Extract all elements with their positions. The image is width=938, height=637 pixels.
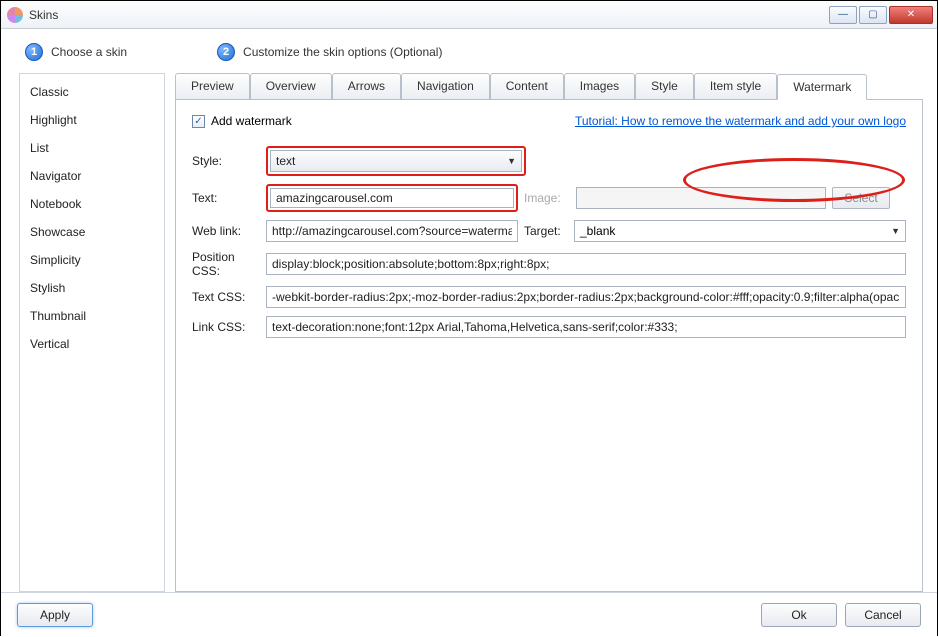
sidebar-item-navigator[interactable]: Navigator (20, 162, 164, 190)
sidebar-item-list[interactable]: List (20, 134, 164, 162)
sidebar-item-thumbnail[interactable]: Thumbnail (20, 302, 164, 330)
sidebar-item-classic[interactable]: Classic (20, 78, 164, 106)
tab-content[interactable]: Content (490, 73, 564, 99)
watermark-panel: ✓ Add watermark Tutorial: How to remove … (175, 100, 923, 592)
skin-list: Classic Highlight List Navigator Noteboo… (19, 73, 165, 592)
sidebar-item-notebook[interactable]: Notebook (20, 190, 164, 218)
sidebar-item-showcase[interactable]: Showcase (20, 218, 164, 246)
sidebar-item-highlight[interactable]: Highlight (20, 106, 164, 134)
sidebar-item-label: Classic (30, 85, 69, 99)
maximize-button[interactable]: ▢ (859, 6, 887, 24)
titlebar: Skins — ▢ ✕ (1, 1, 937, 29)
sidebar-item-simplicity[interactable]: Simplicity (20, 246, 164, 274)
tab-preview[interactable]: Preview (175, 73, 250, 99)
weblink-label: Web link: (192, 224, 266, 238)
image-input (576, 187, 826, 209)
tab-overview[interactable]: Overview (250, 73, 332, 99)
link-css-input[interactable] (266, 316, 906, 338)
sidebar-item-stylish[interactable]: Stylish (20, 274, 164, 302)
style-combo[interactable]: text ▼ (270, 150, 522, 172)
highlight-text-box (266, 184, 518, 212)
highlight-style-box: text ▼ (266, 146, 526, 176)
position-css-label: Position CSS: (192, 250, 266, 278)
sidebar-item-label: Vertical (30, 337, 69, 351)
sidebar-item-label: Highlight (30, 113, 77, 127)
cancel-button[interactable]: Cancel (845, 603, 921, 627)
app-icon (7, 7, 23, 23)
step-1-badge: 1 (25, 43, 43, 61)
sidebar-item-label: Showcase (30, 225, 85, 239)
step-2-badge: 2 (217, 43, 235, 61)
sidebar-item-label: Thumbnail (30, 309, 86, 323)
position-css-input[interactable] (266, 253, 906, 275)
sidebar-item-label: List (30, 141, 49, 155)
tab-bar: Preview Overview Arrows Navigation Conte… (175, 73, 923, 100)
tab-images[interactable]: Images (564, 73, 635, 99)
ok-button[interactable]: Ok (761, 603, 837, 627)
chevron-down-icon: ▼ (507, 156, 516, 166)
step-2-label: Customize the skin options (Optional) (243, 45, 442, 59)
text-label: Text: (192, 191, 266, 205)
sidebar-item-label: Stylish (30, 281, 65, 295)
minimize-button[interactable]: — (829, 6, 857, 24)
target-combo[interactable]: _blank ▼ (574, 220, 906, 242)
style-label: Style: (192, 154, 266, 168)
style-value: text (276, 154, 295, 168)
sidebar-item-label: Navigator (30, 169, 81, 183)
step-1-label: Choose a skin (51, 45, 127, 59)
dialog-footer: Apply Ok Cancel (1, 592, 937, 637)
tab-navigation[interactable]: Navigation (401, 73, 490, 99)
tab-item-style[interactable]: Item style (694, 73, 777, 99)
close-button[interactable]: ✕ (889, 6, 933, 24)
text-input[interactable] (270, 188, 514, 208)
link-css-label: Link CSS: (192, 320, 266, 334)
image-label: Image: (524, 191, 576, 205)
sidebar-item-label: Notebook (30, 197, 81, 211)
step-header: 1 Choose a skin 2 Customize the skin opt… (1, 29, 937, 73)
sidebar-item-label: Simplicity (30, 253, 81, 267)
text-css-label: Text CSS: (192, 290, 266, 304)
text-css-input[interactable] (266, 286, 906, 308)
add-watermark-checkbox[interactable]: ✓ (192, 115, 205, 128)
target-label: Target: (524, 224, 574, 238)
target-value: _blank (580, 224, 615, 238)
weblink-input[interactable] (266, 220, 518, 242)
tab-arrows[interactable]: Arrows (332, 73, 401, 99)
sidebar-item-vertical[interactable]: Vertical (20, 330, 164, 358)
window-title: Skins (29, 8, 58, 22)
tab-style[interactable]: Style (635, 73, 694, 99)
select-image-button[interactable]: Select (832, 187, 890, 209)
tab-watermark[interactable]: Watermark (777, 74, 867, 100)
apply-button[interactable]: Apply (17, 603, 93, 627)
add-watermark-label: Add watermark (211, 114, 292, 128)
tutorial-link[interactable]: Tutorial: How to remove the watermark an… (575, 114, 906, 128)
chevron-down-icon: ▼ (891, 226, 900, 236)
